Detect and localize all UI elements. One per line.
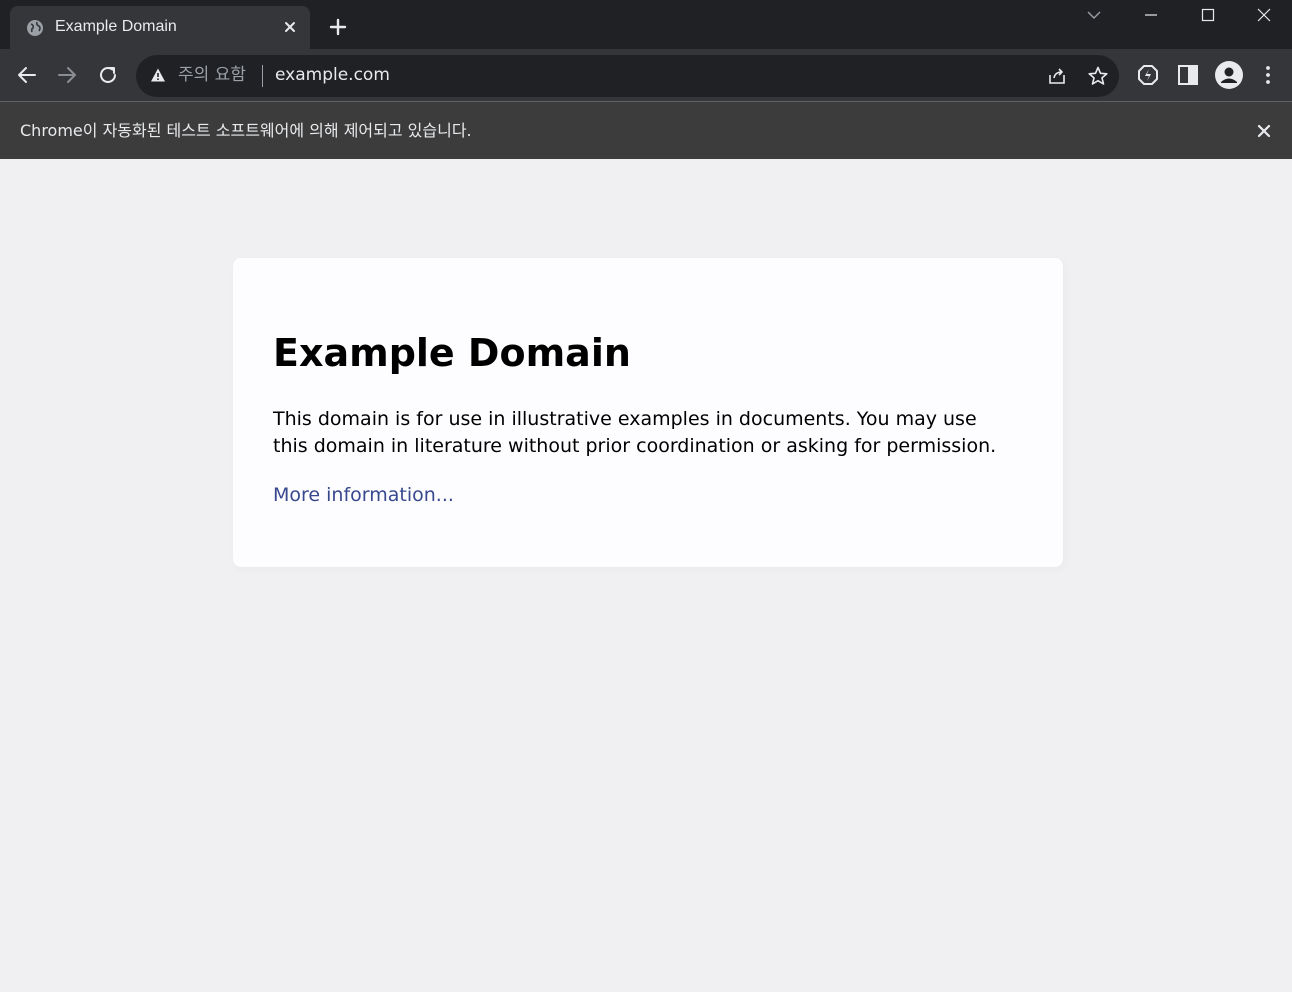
url-text[interactable]: example.com	[275, 65, 390, 86]
close-window-button[interactable]	[1236, 0, 1292, 30]
profile-avatar-icon[interactable]	[1215, 61, 1243, 89]
side-panel-icon[interactable]	[1176, 63, 1200, 87]
forward-arrow-icon[interactable]	[55, 63, 79, 87]
tab-example-domain[interactable]: Example Domain	[10, 6, 310, 49]
close-icon	[1257, 8, 1271, 22]
share-icon[interactable]	[1046, 65, 1068, 87]
more-options-icon[interactable]	[1256, 63, 1280, 87]
address-bar[interactable]: 주의 요함 example.com	[136, 55, 1119, 97]
extension-icon[interactable]	[1136, 63, 1160, 87]
maximize-icon	[1201, 8, 1215, 22]
warning-icon[interactable]	[150, 67, 166, 83]
tab-strip: Example Domain	[0, 0, 1292, 49]
more-information-link[interactable]: More information...	[273, 483, 454, 507]
back-arrow-icon[interactable]	[15, 63, 39, 87]
page-description: This domain is for use in illustrative e…	[273, 408, 997, 457]
page-heading: Example Domain	[273, 331, 631, 375]
security-label[interactable]: 주의 요함	[178, 65, 246, 86]
minimize-icon	[1145, 14, 1157, 16]
maximize-button[interactable]	[1180, 0, 1236, 30]
toolbar: 주의 요함 example.com	[0, 49, 1292, 101]
minimize-button[interactable]	[1123, 0, 1179, 30]
tab-search-button[interactable]	[1066, 0, 1122, 30]
chevron-down-icon	[1087, 11, 1101, 19]
omnibox-divider	[262, 65, 263, 87]
globe-icon	[27, 20, 43, 36]
tab-title: Example Domain	[55, 18, 177, 35]
new-tab-icon[interactable]	[327, 16, 349, 38]
reload-icon[interactable]	[96, 63, 120, 87]
close-tab-icon[interactable]	[282, 19, 298, 35]
automation-infobar: Chrome이 자동화된 테스트 소프트웨어에 의해 제어되고 있습니다.	[0, 101, 1292, 159]
bookmark-star-icon[interactable]	[1087, 65, 1109, 87]
content-card: Example Domain This domain is for use in…	[233, 258, 1063, 567]
close-infobar-icon[interactable]	[1256, 123, 1272, 139]
infobar-message: Chrome이 자동화된 테스트 소프트웨어에 의해 제어되고 있습니다.	[20, 121, 472, 140]
